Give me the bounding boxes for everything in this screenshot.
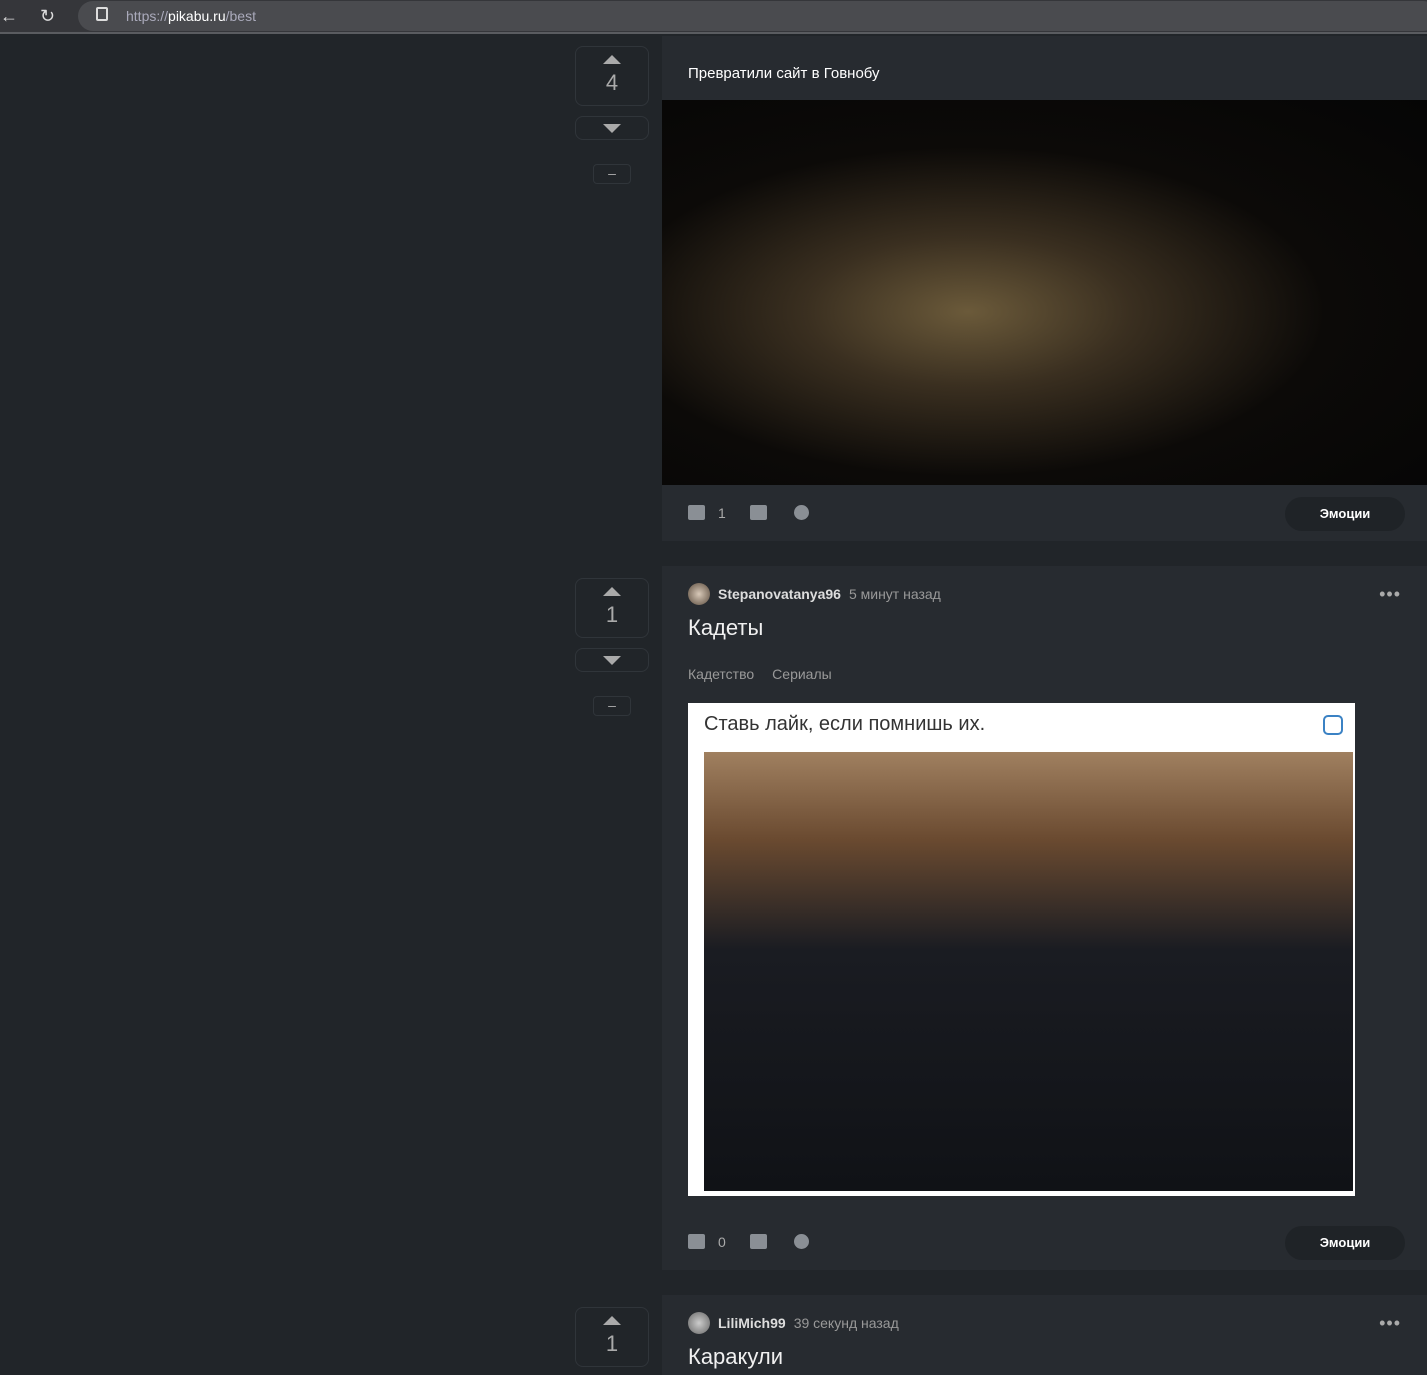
downvote-icon [603,656,621,665]
more-icon[interactable]: ••• [1379,584,1401,605]
save-icon[interactable] [750,1234,767,1249]
post-time: 39 секунд назад [793,1315,899,1331]
save-icon[interactable] [750,505,767,520]
browser-toolbar: ← ↻ https://pikabu.ru/best [0,0,1427,34]
author-link[interactable]: LiliMich99 [718,1315,786,1331]
vote-count: 1 [605,602,619,627]
post-time: 5 минут назад [848,586,941,602]
vote-panel: 1 – [575,578,649,716]
share-icon[interactable] [794,505,809,520]
post-card: Stepanovatanya96 5 минут назад ••• Кадеты… [662,566,1427,1270]
post-image[interactable] [662,100,1427,485]
emotions-button[interactable]: Эмоции [1285,497,1405,531]
downvote-icon [603,124,621,133]
tag[interactable]: Сериалы [772,666,832,682]
upvote-icon[interactable] [603,587,621,596]
post-title[interactable]: Каракули [688,1344,783,1370]
url-text: https://pikabu.ru/best [126,8,256,24]
post-image[interactable]: Ставь лайк, если помнишь их. [688,703,1355,1196]
collapse-button[interactable]: – [593,696,631,716]
comment-count: 1 [718,505,726,521]
avatar[interactable] [688,583,710,605]
reload-icon[interactable]: ↻ [40,6,55,27]
post-card: Превратили сайт в Говнобу 1 Эмоции [662,36,1427,541]
vote-panel: 4 – [575,46,649,184]
comment-count: 0 [718,1234,726,1250]
share-icon[interactable] [794,1234,809,1249]
vote-panel: 1 [575,1307,649,1367]
lock-icon [96,7,108,21]
back-icon[interactable]: ← [0,6,18,27]
comment-icon[interactable] [688,1234,705,1249]
downvote-button[interactable] [575,648,649,672]
post-title[interactable]: Кадеты [688,615,763,641]
photo [704,752,1353,1191]
emotions-button[interactable]: Эмоции [1285,1226,1405,1260]
address-bar[interactable]: https://pikabu.ru/best [78,1,1427,31]
vote-count: 1 [605,1331,619,1356]
post-card: LiliMich99 39 секунд назад ••• Каракули [662,1295,1427,1375]
avatar[interactable] [688,1312,710,1334]
post-text: Превратили сайт в Говнобу [688,65,880,82]
more-icon[interactable]: ••• [1379,1313,1401,1334]
comment-icon[interactable] [688,505,705,520]
upvote-icon[interactable] [603,55,621,64]
tag[interactable]: Кадетство [688,666,754,682]
collapse-button[interactable]: – [593,164,631,184]
author-link[interactable]: Stepanovatanya96 [718,586,841,602]
upvote-icon[interactable] [603,1316,621,1325]
downvote-button[interactable] [575,116,649,140]
vote-count: 4 [605,70,619,95]
image-caption: Ставь лайк, если помнишь их. [704,713,986,735]
zoom-image-icon[interactable] [1323,715,1343,735]
